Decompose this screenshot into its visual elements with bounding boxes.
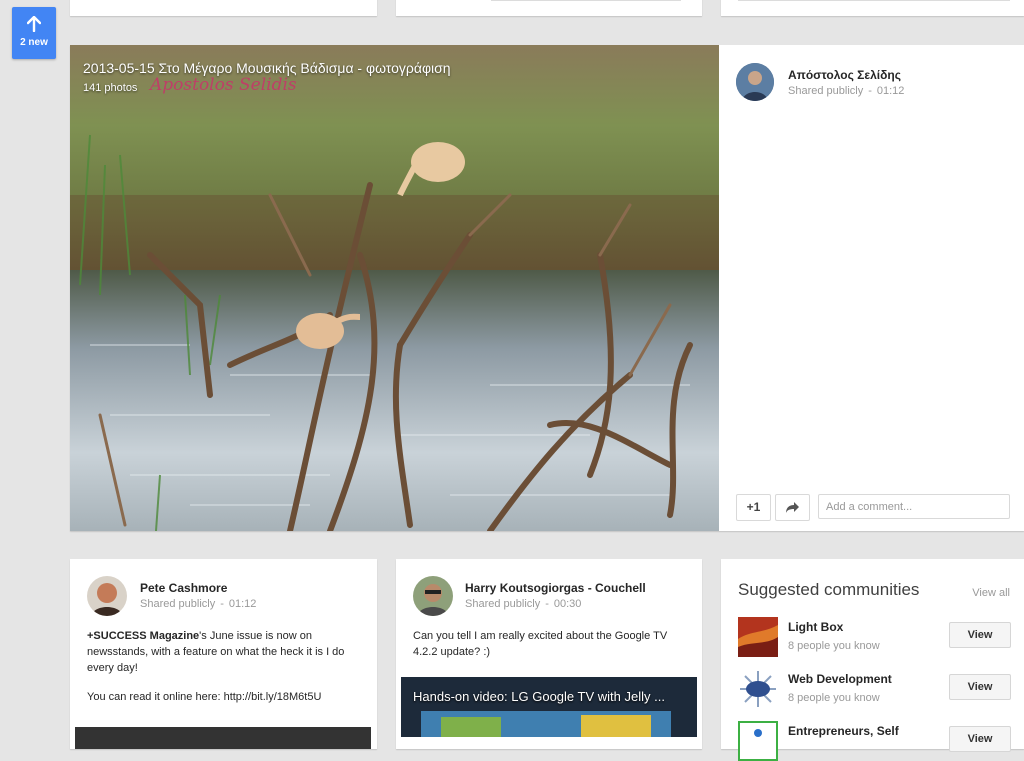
community-name[interactable]: Light Box — [788, 620, 843, 634]
post-visibility[interactable]: Shared publicly — [140, 598, 215, 610]
prev-card-middle — [396, 0, 702, 16]
community-meta: 8 people you know — [788, 692, 880, 704]
post-time[interactable]: 01:12 — [877, 85, 905, 97]
post-meta: Shared publicly -01:12 — [140, 598, 257, 610]
avatar[interactable] — [413, 576, 453, 616]
photo-scene — [70, 45, 719, 531]
post-mention[interactable]: +SUCCESS Magazine — [87, 630, 199, 642]
avatar[interactable] — [87, 576, 127, 616]
arrow-up-icon — [27, 16, 41, 32]
post-visibility[interactable]: Shared publicly — [788, 85, 863, 97]
post-time[interactable]: 01:12 — [229, 598, 257, 610]
post-time[interactable]: 00:30 — [554, 598, 582, 610]
album-photo[interactable]: 2013-05-15 Στο Μέγαρο Μουσικής Βάδισμα -… — [70, 45, 719, 531]
suggested-communities-title: Suggested communities — [738, 580, 920, 599]
new-posts-button[interactable]: 2 new — [12, 7, 56, 59]
post-meta: Shared publicly -01:12 — [788, 85, 905, 97]
share-icon — [786, 502, 799, 513]
video-thumbnail — [401, 677, 697, 737]
avatar[interactable] — [736, 63, 774, 101]
post-text: Can you tell I am really excited about t… — [413, 630, 668, 658]
plus-one-button[interactable]: +1 — [736, 494, 771, 521]
view-all-link[interactable]: View all — [972, 587, 1010, 599]
community-thumbnail[interactable] — [738, 617, 778, 657]
view-community-button[interactable]: View — [949, 622, 1011, 648]
post-card-harry: Harry Koutsogiorgas - Couchell Shared pu… — [396, 559, 702, 749]
album-title[interactable]: 2013-05-15 Στο Μέγαρο Μουσικής Βάδισμα -… — [83, 60, 451, 76]
post-meta: Shared publicly -00:30 — [465, 598, 582, 610]
album-photo-count: 141 photos — [83, 82, 138, 94]
photo-post: 2013-05-15 Στο Μέγαρο Μουσικής Βάδισμα -… — [70, 45, 1024, 531]
new-posts-label: 2 new — [20, 37, 48, 48]
photo-watermark: Apostolos Selidis — [150, 75, 297, 95]
comment-input[interactable]: Add a comment... — [818, 494, 1010, 519]
view-community-button[interactable]: View — [949, 726, 1011, 752]
video-title[interactable]: Hands-on video: LG Google TV with Jelly … — [413, 689, 665, 704]
prev-card-left — [70, 0, 377, 16]
post-visibility[interactable]: Shared publicly — [465, 598, 540, 610]
author-name[interactable]: Pete Cashmore — [140, 581, 227, 595]
photo-post-sidebar: Απόστολος Σελίδης Shared publicly -01:12 … — [719, 45, 1024, 531]
post-card-pete: Pete Cashmore Shared publicly -01:12 +SUC… — [70, 559, 377, 749]
post-text: +SUCCESS Magazine's June issue is now on… — [87, 630, 345, 674]
suggested-communities-card: Suggested communities View all Light Box… — [721, 559, 1024, 761]
prev-card-right — [721, 0, 1024, 16]
community-thumbnail[interactable] — [738, 721, 778, 761]
community-name[interactable]: Entrepreneurs, Self — [788, 724, 899, 738]
video-preview[interactable]: Hands-on video: LG Google TV with Jelly … — [401, 677, 697, 737]
community-name[interactable]: Web Development — [788, 672, 892, 686]
post-attachment-preview[interactable] — [75, 727, 371, 749]
author-name[interactable]: Harry Koutsogiorgas - Couchell — [465, 581, 646, 595]
community-thumbnail[interactable] — [738, 669, 778, 709]
post-link-line[interactable]: You can read it online here: http://bit.… — [87, 691, 321, 703]
share-button[interactable] — [775, 494, 810, 521]
author-name[interactable]: Απόστολος Σελίδης — [788, 68, 901, 82]
view-community-button[interactable]: View — [949, 674, 1011, 700]
community-meta: 8 people you know — [788, 640, 880, 652]
